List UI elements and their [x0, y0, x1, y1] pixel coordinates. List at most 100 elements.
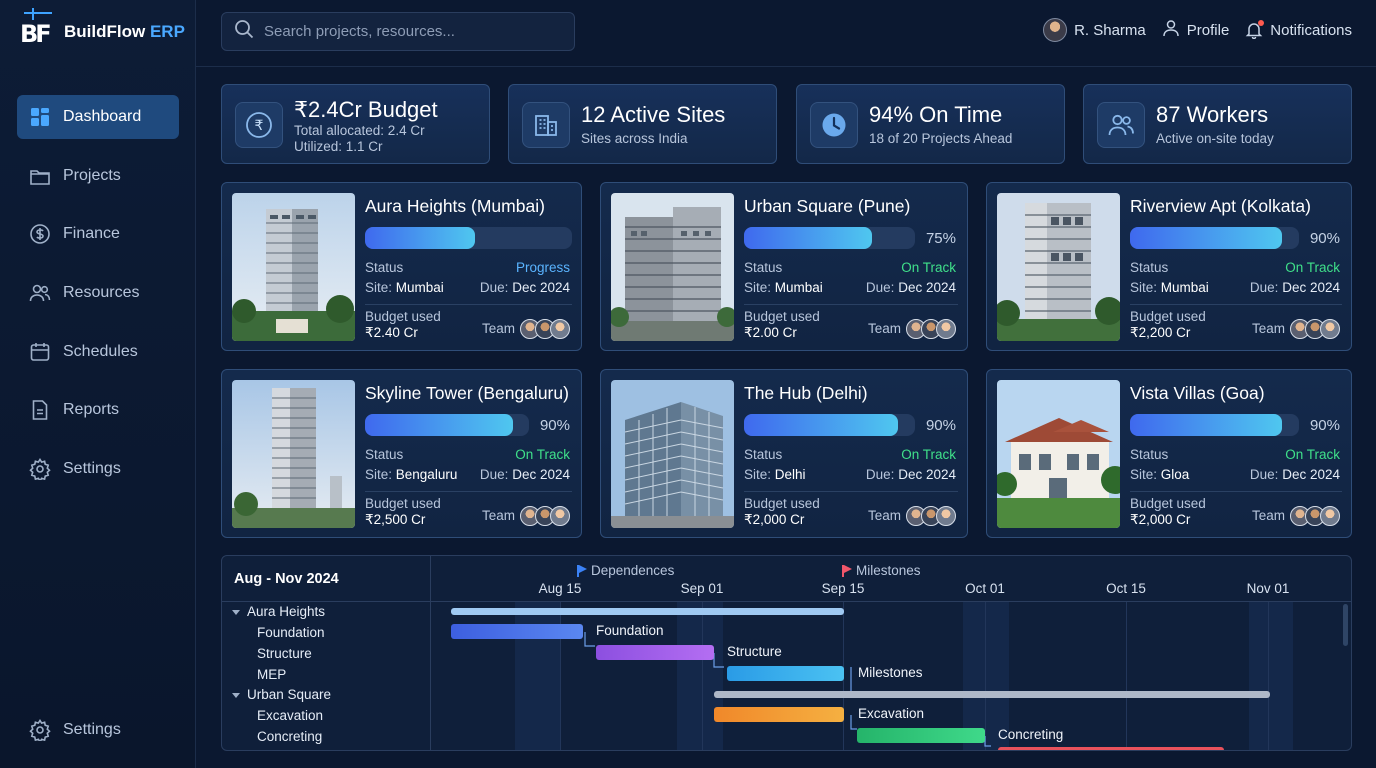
header-divider [196, 66, 1376, 67]
project-card[interactable]: Skyline Tower (Bengaluru) 90% Status On Tra… [221, 369, 582, 538]
sidebar-item-label: Dashboard [63, 108, 142, 125]
status-badge: On Track [1285, 260, 1340, 275]
user-menu[interactable]: R. Sharma [1043, 18, 1146, 42]
project-card[interactable]: Riverview Apt (Kolkata) 90% Status On Track… [986, 182, 1352, 351]
sidebar-item-projects[interactable]: Projects [17, 154, 179, 198]
project-name[interactable]: The Hub (Delhi) [744, 383, 868, 404]
progress-bar [365, 227, 572, 249]
sidebar-item-settings[interactable]: Settings [17, 447, 179, 491]
sidebar-item-resources[interactable]: Resources [17, 271, 179, 315]
project-card[interactable]: Urban Square (Pune) 75% Status On Track Site… [600, 182, 968, 351]
user-icon [1162, 19, 1180, 41]
avatar [550, 319, 570, 339]
gantt-task-bar[interactable] [998, 747, 1224, 750]
team-avatars[interactable] [1290, 319, 1340, 339]
gantt-summary-bar[interactable] [714, 691, 1270, 698]
logo-mark: BF [20, 8, 56, 50]
due-info: Due: Dec 2024 [865, 467, 956, 482]
avatar [1043, 18, 1068, 42]
status-label: Status [365, 260, 404, 275]
project-name[interactable]: Vista Villas (Goa) [1130, 383, 1265, 404]
search-bar[interactable] [221, 12, 575, 51]
kpi-subtitle: Active on-site today [1156, 131, 1274, 146]
svg-text:₹: ₹ [255, 118, 264, 134]
team-avatars[interactable] [906, 319, 956, 339]
status-badge: On Track [1285, 447, 1340, 462]
progress-bar-fill [365, 227, 475, 249]
calendar-icon [29, 341, 51, 363]
gantt-task-bar[interactable] [596, 645, 714, 660]
gantt-summary-bar[interactable] [451, 608, 844, 615]
team-label: Team [867, 508, 901, 523]
kpi-card-workers[interactable]: 87 Workers Active on-site today [1083, 84, 1352, 164]
project-name[interactable]: Aura Heights (Mumbai) [365, 196, 545, 217]
team-avatars[interactable] [520, 506, 570, 526]
sidebar-nav: Dashboard Projects Finance Resources Sch… [17, 95, 179, 506]
status-badge: Progress [515, 260, 570, 275]
dashboard-icon [29, 106, 51, 128]
team-avatars[interactable] [906, 506, 956, 526]
notification-dot [1258, 20, 1265, 26]
gantt-scrollbar[interactable] [1343, 604, 1348, 646]
project-name[interactable]: Riverview Apt (Kolkata) [1130, 196, 1311, 217]
status-label: Status [744, 260, 783, 275]
budget-label: Budget used [365, 496, 441, 511]
gantt-task-bar[interactable] [451, 624, 583, 639]
due-info: Due: Dec 2024 [479, 467, 570, 482]
budget-value: ₹2.00 Cr [744, 325, 797, 340]
kpi-card-sites[interactable]: 12 Active Sites Sites across India [508, 84, 777, 164]
building-icon [522, 102, 570, 148]
progress-bar [1130, 414, 1299, 436]
project-card[interactable]: Vista Villas (Goa) 90% Status On Track Site:… [986, 369, 1352, 538]
kpi-subtitle: Total allocated: 2.4 Cr [294, 123, 425, 138]
project-photo [997, 193, 1120, 341]
avatar [1320, 319, 1340, 339]
search-input[interactable] [264, 23, 564, 40]
kpi-subtitle: Sites across India [581, 131, 688, 146]
due-info: Due: Dec 2024 [1249, 467, 1340, 482]
card-divider [744, 491, 958, 492]
progress-bar-fill [365, 414, 513, 436]
gear-icon [29, 458, 51, 481]
sidebar-item-settings-bottom[interactable]: Settings [17, 708, 179, 752]
gantt-task-bar[interactable] [727, 666, 844, 681]
team-avatars[interactable] [520, 319, 570, 339]
budget-label: Budget used [1130, 309, 1206, 324]
progress-bar [744, 227, 915, 249]
team-label: Team [1251, 321, 1285, 336]
avatar [1320, 506, 1340, 526]
kpi-card-ontime[interactable]: 94% On Time 18 of 20 Projects Ahead [796, 84, 1065, 164]
sidebar-item-schedules[interactable]: Schedules [17, 330, 179, 374]
project-card[interactable]: The Hub (Delhi) 90% Status On Track Site: De… [600, 369, 968, 538]
kpi-title: 94% On Time [869, 102, 1003, 127]
app-logo[interactable]: BF BuildFlow ERP [20, 8, 185, 50]
gantt-task-bar[interactable] [857, 728, 985, 743]
profile-link[interactable]: Profile [1162, 19, 1229, 41]
search-icon [234, 19, 254, 44]
progress-percent: 90% [1309, 230, 1340, 247]
sidebar-item-reports[interactable]: Reports [17, 388, 179, 432]
status-label: Status [1130, 447, 1169, 462]
kpi-card-budget[interactable]: ₹ ₹2.4Cr Budget Total allocated: 2.4 Cr … [221, 84, 490, 164]
user-name: R. Sharma [1074, 21, 1146, 39]
sidebar-item-label: Schedules [63, 342, 138, 360]
gantt-chart: Aug - Nov 2024 Aura Heights Foundation S… [221, 555, 1352, 751]
gantt-task-bar[interactable] [714, 707, 844, 722]
rupee-icon: ₹ [235, 102, 283, 148]
sidebar-item-label: Finance [63, 225, 120, 243]
notifications-link[interactable]: Notifications [1245, 20, 1352, 39]
team-avatars[interactable] [1290, 506, 1340, 526]
sidebar-item-dashboard[interactable]: Dashboard [17, 95, 179, 139]
project-name[interactable]: Skyline Tower (Bengaluru) [365, 383, 569, 404]
team-label: Team [481, 321, 515, 336]
project-name[interactable]: Urban Square (Pune) [744, 196, 910, 217]
sidebar-item-finance[interactable]: Finance [17, 212, 179, 256]
budget-value: ₹2,200 Cr [1130, 325, 1191, 340]
clock-icon [810, 102, 858, 148]
gantt-bar-label: Concreting [998, 727, 1064, 742]
project-card[interactable]: Aura Heights (Mumbai) Status Progress Site:… [221, 182, 582, 351]
users-icon [1097, 102, 1145, 148]
budget-value: ₹2,000 Cr [1130, 512, 1191, 527]
card-divider [1130, 491, 1342, 492]
card-divider [1130, 304, 1342, 305]
